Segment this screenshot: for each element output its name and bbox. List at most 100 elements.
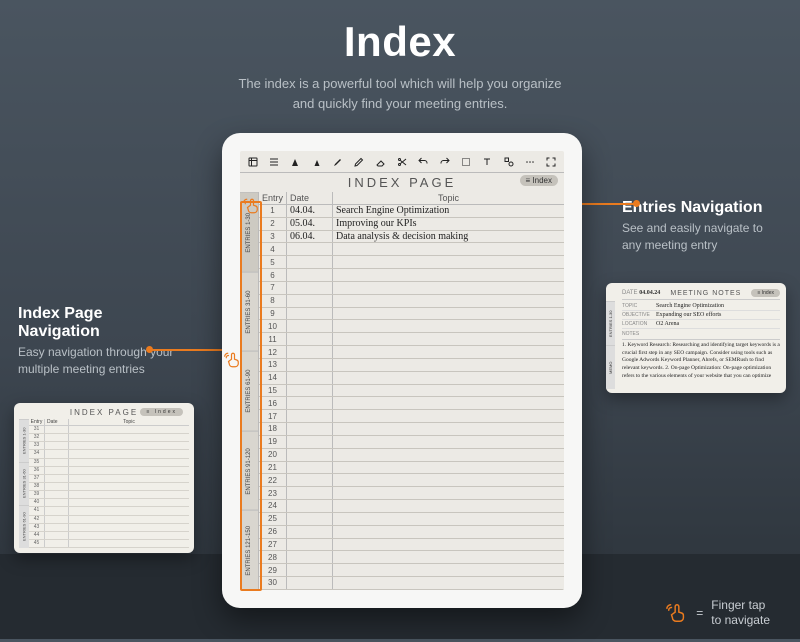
side-tab[interactable]: ENTRIES 1-30: [606, 301, 615, 345]
page-title: Index: [0, 18, 800, 66]
shapes-icon[interactable]: [501, 154, 516, 169]
table-row[interactable]: 35: [29, 459, 189, 467]
table-row[interactable]: 12: [259, 346, 564, 359]
side-tab[interactable]: ENTRIES 91-120: [240, 431, 258, 511]
marker2-icon[interactable]: [309, 154, 324, 169]
table-row[interactable]: 20: [259, 449, 564, 462]
table-row[interactable]: 36: [29, 467, 189, 475]
table-row[interactable]: 24: [259, 500, 564, 513]
table-row[interactable]: 25: [259, 513, 564, 526]
col-date: Date: [287, 192, 333, 204]
table-row[interactable]: 15: [259, 385, 564, 398]
table-row[interactable]: 16: [259, 397, 564, 410]
notes-field: LOCATIONO2 Arena: [622, 320, 780, 329]
side-tab[interactable]: ENTRIES 31-60: [19, 462, 29, 505]
finger-tap-icon: [666, 602, 688, 624]
fullscreen-icon[interactable]: [544, 154, 559, 169]
text-icon[interactable]: [480, 154, 495, 169]
table-header: Entry Date Topic: [259, 192, 564, 205]
notes-field: OBJECTIVEExpanding our SEO efforts: [622, 311, 780, 320]
col-topic: Topic: [333, 192, 564, 204]
table-row[interactable]: 14: [259, 372, 564, 385]
index-chip[interactable]: ≡ Index: [751, 289, 780, 297]
callout-line: [150, 349, 224, 351]
mini-index-title: INDEX PAGE: [70, 408, 138, 417]
side-tab[interactable]: ENTRIES 1-30: [19, 419, 29, 462]
index-chip[interactable]: ≡ Index: [520, 175, 558, 186]
side-tab[interactable]: ENTRIES 31-60: [240, 272, 258, 352]
legend-label: Finger tap to navigate: [711, 598, 770, 627]
table-row[interactable]: 23: [259, 487, 564, 500]
table-row[interactable]: 4: [259, 243, 564, 256]
undo-icon[interactable]: [416, 154, 431, 169]
side-tab[interactable]: ENTRIES 61-90: [19, 505, 29, 548]
list-icon[interactable]: [266, 154, 281, 169]
side-tab[interactable]: ENTRIES 121-150: [240, 510, 258, 590]
table-row[interactable]: 26: [259, 526, 564, 539]
pen-icon[interactable]: [330, 154, 345, 169]
page-subtitle: The index is a powerful tool which will …: [0, 74, 800, 113]
table-row[interactable]: 33: [29, 442, 189, 450]
table-row[interactable]: 205.04.Improving our KPIs: [259, 218, 564, 231]
table-row[interactable]: 28: [259, 551, 564, 564]
toolbar: [240, 151, 564, 173]
index-page-title: INDEX PAGE: [348, 175, 457, 190]
index-chip[interactable]: ≡ Index: [140, 408, 183, 416]
equals-sign: =: [696, 606, 703, 620]
table-row[interactable]: 7: [259, 282, 564, 295]
table-row[interactable]: 45: [29, 540, 189, 548]
table-row[interactable]: 306.04.Data analysis & decision making: [259, 231, 564, 244]
side-tabs: ENTRIES 1-30ENTRIES 31-60ENTRIES 61-90EN…: [240, 192, 259, 590]
table-row[interactable]: 9: [259, 308, 564, 321]
table-row[interactable]: 18: [259, 423, 564, 436]
table-row[interactable]: 27: [259, 539, 564, 552]
layers-icon[interactable]: [245, 154, 260, 169]
table-row[interactable]: 5: [259, 256, 564, 269]
tablet-screen: INDEX PAGE ≡ Index ENTRIES 1-30ENTRIES 3…: [240, 151, 564, 590]
table-row[interactable]: 22: [259, 474, 564, 487]
table-row[interactable]: 38: [29, 483, 189, 491]
table-row[interactable]: 17: [259, 410, 564, 423]
table-row[interactable]: 32: [29, 434, 189, 442]
table-row[interactable]: 104.04.Search Engine Optimization: [259, 205, 564, 218]
callout-entries-nav: Entries Navigation See and easily naviga…: [622, 199, 782, 254]
redo-icon[interactable]: [437, 154, 452, 169]
more-icon[interactable]: [522, 154, 537, 169]
marker1-icon[interactable]: [288, 154, 303, 169]
table-row[interactable]: 21: [259, 462, 564, 475]
table-row[interactable]: 43: [29, 524, 189, 532]
callout-title: Entries Navigation: [622, 199, 782, 217]
table-row[interactable]: 41: [29, 507, 189, 515]
pencil-icon[interactable]: [352, 154, 367, 169]
select-icon[interactable]: [458, 154, 473, 169]
table-row[interactable]: 30: [259, 577, 564, 590]
notes-date: DATE 04.04.24: [622, 290, 660, 296]
cut-icon[interactable]: [394, 154, 409, 169]
table-row[interactable]: 37: [29, 475, 189, 483]
eraser-icon[interactable]: [373, 154, 388, 169]
table-row[interactable]: 13: [259, 359, 564, 372]
table-row[interactable]: 42: [29, 516, 189, 524]
side-tab[interactable]: MEMO: [606, 345, 615, 389]
notes-label: NOTES: [622, 331, 780, 337]
side-tab[interactable]: ENTRIES 61-90: [240, 351, 258, 431]
table-row[interactable]: 8: [259, 295, 564, 308]
main-tablet: INDEX PAGE ≡ Index ENTRIES 1-30ENTRIES 3…: [222, 133, 582, 608]
table-row[interactable]: 31: [29, 426, 189, 434]
mini-index-card: INDEX PAGE≡ Index ENTRIES 1-30ENTRIES 31…: [14, 403, 194, 553]
table-row[interactable]: 39: [29, 491, 189, 499]
callout-index-nav: Index Page Navigation Easy navigation th…: [18, 305, 188, 378]
notes-field: TOPICSearch Engine Optimization: [622, 302, 780, 311]
table-row[interactable]: 19: [259, 436, 564, 449]
table-row[interactable]: 10: [259, 320, 564, 333]
table-row[interactable]: 40: [29, 499, 189, 507]
callout-body: See and easily navigate to any meeting e…: [622, 220, 782, 254]
table-row[interactable]: 6: [259, 269, 564, 282]
notes-body: 1. Keyword Research: Researching and ide…: [622, 339, 780, 380]
table-row[interactable]: 11: [259, 333, 564, 346]
table-body: 104.04.Search Engine Optimization205.04.…: [259, 205, 564, 590]
side-tab[interactable]: ENTRIES 1-30: [240, 192, 258, 272]
table-row[interactable]: 34: [29, 450, 189, 458]
table-row[interactable]: 29: [259, 564, 564, 577]
table-row[interactable]: 44: [29, 532, 189, 540]
